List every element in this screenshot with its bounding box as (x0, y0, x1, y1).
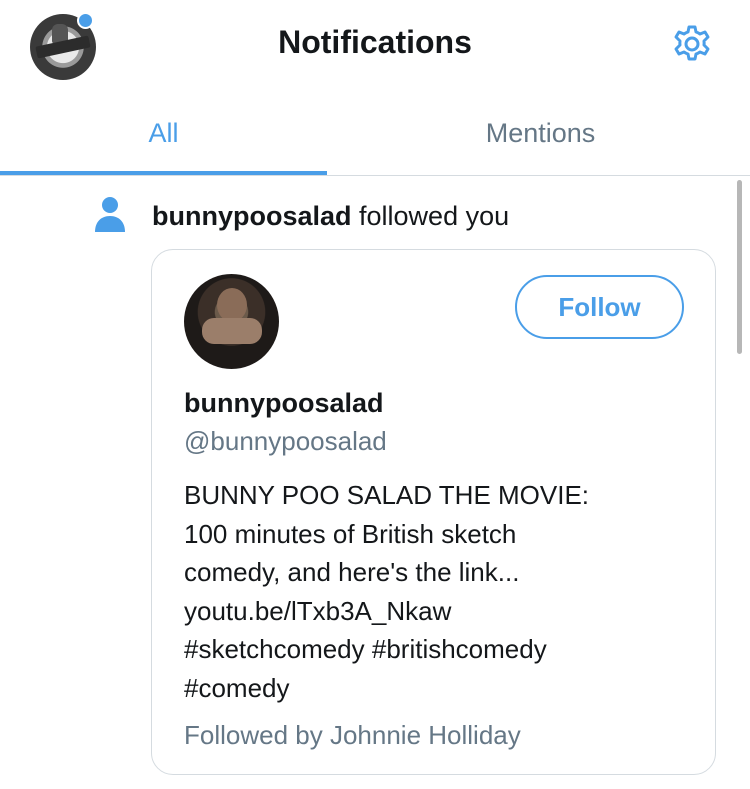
profile-avatar[interactable] (184, 274, 279, 369)
tab-all[interactable]: All (0, 96, 327, 172)
bio-line: comedy, and here's the link... (184, 557, 520, 587)
notification-text: bunnypoosalad followed you (152, 201, 509, 232)
notification-tabs: All Mentions (0, 96, 750, 176)
follow-button[interactable]: Follow (515, 275, 684, 339)
bio-link[interactable]: youtu.be/lTxb3A_Nkaw (184, 592, 694, 631)
tabs-divider (0, 175, 750, 176)
notification-action: followed you (359, 201, 510, 231)
bio-line: BUNNY POO SALAD THE MOVIE: (184, 480, 590, 510)
profile-display-name: bunnypoosalad (184, 388, 384, 418)
profile-card[interactable]: Follow bunnypoosalad @bunnypoosalad BUNN… (151, 249, 716, 775)
tab-mentions[interactable]: Mentions (353, 96, 728, 172)
avatar-face-graphic (217, 288, 247, 322)
bio-hashtag[interactable]: #comedy (184, 669, 694, 708)
header-bar: Notifications (0, 0, 750, 88)
bio-line: 100 minutes of British sketch (184, 518, 517, 549)
gear-icon[interactable] (670, 22, 714, 66)
bio-hashtags[interactable]: #sketchcomedy #britishcomedy (184, 630, 694, 669)
avatar-hands-graphic (202, 318, 262, 344)
person-icon (95, 197, 125, 232)
scrollbar[interactable] (737, 180, 742, 354)
notification-username[interactable]: bunnypoosalad (152, 201, 352, 231)
profile-bio: BUNNY POO SALAD THE MOVIE: 100 minutes o… (184, 476, 694, 707)
page-title: Notifications (278, 24, 472, 60)
profile-handle: @bunnypoosalad (184, 426, 387, 456)
notification-item[interactable]: bunnypoosalad followed you (0, 196, 730, 244)
followed-by-text: Followed by Johnnie Holliday (184, 720, 521, 750)
